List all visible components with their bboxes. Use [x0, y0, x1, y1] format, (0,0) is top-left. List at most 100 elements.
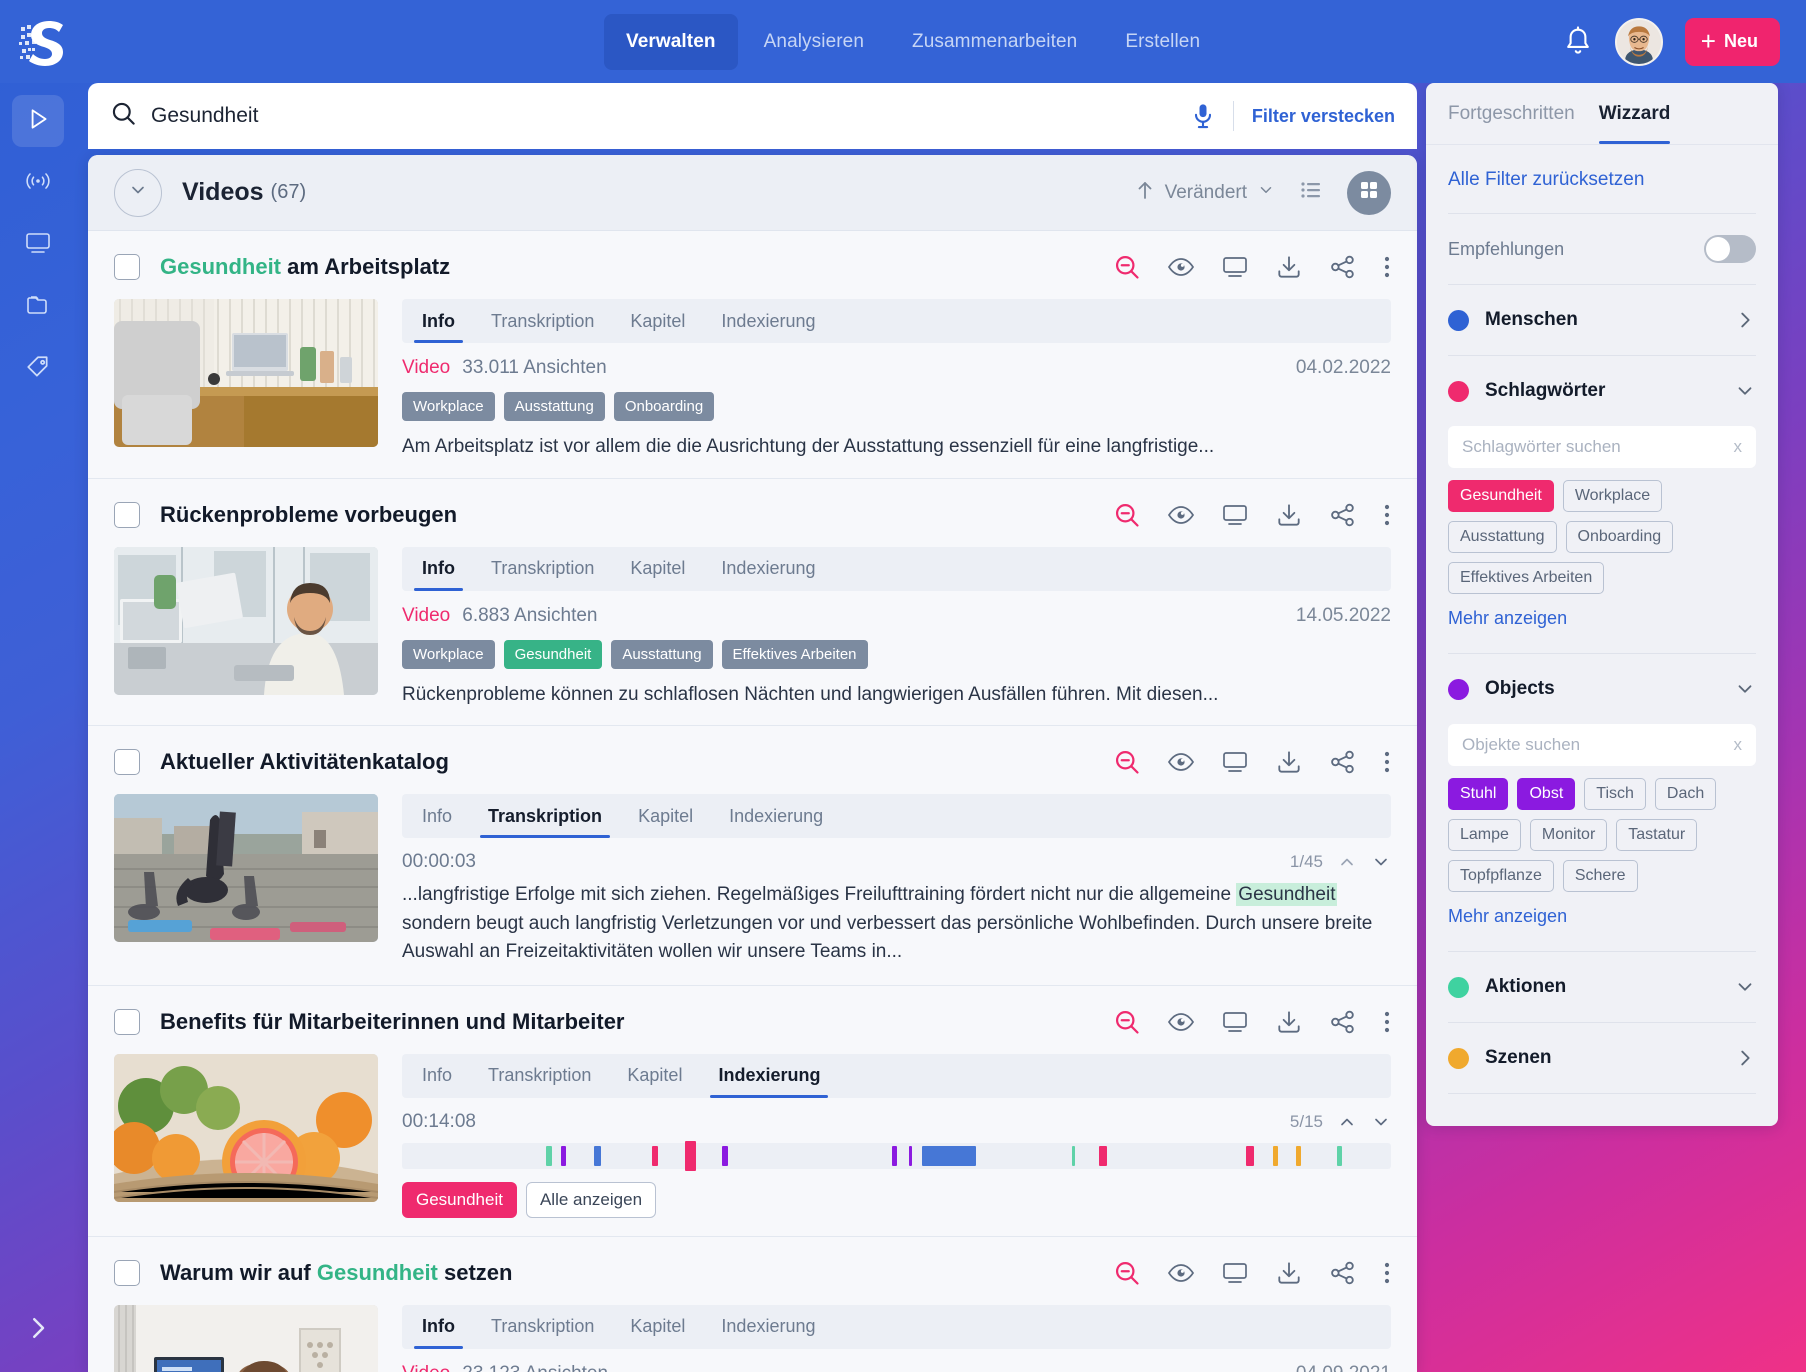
- more-options-icon[interactable]: [1383, 749, 1391, 775]
- object-chip[interactable]: Dach: [1654, 778, 1717, 810]
- timeline-marker[interactable]: [546, 1145, 552, 1166]
- grid-view-button[interactable]: [1347, 170, 1391, 215]
- zoom-out-icon[interactable]: [1113, 1008, 1141, 1036]
- tab-transkription[interactable]: Transkription: [477, 299, 608, 343]
- group-header-objects[interactable]: Objects: [1448, 654, 1756, 724]
- clear-icon[interactable]: x: [1734, 735, 1743, 755]
- video-tag[interactable]: Gesundheit: [503, 639, 603, 669]
- share-icon[interactable]: [1329, 750, 1357, 774]
- timeline-marker[interactable]: [1099, 1145, 1108, 1166]
- keyword-chip[interactable]: Ausstattung: [1448, 521, 1557, 553]
- tab-indexierung[interactable]: Indexierung: [715, 794, 837, 838]
- object-chip[interactable]: Lampe: [1448, 819, 1521, 851]
- timeline-marker[interactable]: [652, 1145, 659, 1166]
- tab-indexierung[interactable]: Indexierung: [704, 1054, 834, 1098]
- screen-icon[interactable]: [1221, 1009, 1249, 1035]
- index-timeline[interactable]: [402, 1140, 1391, 1171]
- video-title[interactable]: Gesundheit am Arbeitsplatz: [160, 254, 450, 280]
- object-chip[interactable]: Monitor: [1529, 819, 1608, 851]
- rail-item-videos[interactable]: [12, 95, 64, 147]
- select-checkbox[interactable]: [114, 254, 140, 280]
- tab-info[interactable]: Info: [408, 1305, 469, 1349]
- timeline-marker[interactable]: [922, 1145, 976, 1166]
- results-list[interactable]: Gesundheit am Arbeitsplatz Info Transkri…: [88, 231, 1417, 1372]
- download-icon[interactable]: [1275, 502, 1303, 528]
- reset-filters-button[interactable]: Alle Filter zurücksetzen: [1448, 145, 1756, 213]
- video-thumbnail[interactable]: [114, 1304, 378, 1372]
- timeline-marker[interactable]: [684, 1140, 696, 1171]
- chevron-up-icon[interactable]: [1337, 1112, 1357, 1132]
- timeline-marker[interactable]: [1245, 1145, 1254, 1166]
- tab-info[interactable]: Info: [408, 299, 469, 343]
- video-thumbnail[interactable]: [114, 299, 378, 447]
- tab-kapitel[interactable]: Kapitel: [613, 1054, 696, 1098]
- timeline-marker[interactable]: [1336, 1145, 1342, 1166]
- video-tag[interactable]: Ausstattung: [503, 392, 605, 421]
- share-icon[interactable]: [1329, 503, 1357, 527]
- download-icon[interactable]: [1275, 254, 1303, 280]
- tab-transkription[interactable]: Transkription: [474, 794, 616, 839]
- keyword-chip[interactable]: Effektives Arbeiten: [1448, 562, 1605, 594]
- nav-item-verwalten[interactable]: Verwalten: [604, 13, 738, 70]
- timeline-marker[interactable]: [1071, 1145, 1075, 1166]
- select-checkbox[interactable]: [114, 501, 140, 528]
- tab-kapitel[interactable]: Kapitel: [624, 794, 707, 838]
- timeline-marker[interactable]: [593, 1145, 601, 1166]
- more-options-icon[interactable]: [1383, 502, 1391, 528]
- nav-item-zusammenarbeiten[interactable]: Zusammenarbeiten: [890, 14, 1099, 70]
- select-checkbox[interactable]: [114, 1008, 140, 1035]
- preview-eye-icon[interactable]: [1167, 503, 1195, 527]
- rail-item-screens[interactable]: [12, 219, 64, 271]
- index-tag-selected[interactable]: Gesundheit: [402, 1181, 517, 1218]
- share-icon[interactable]: [1329, 1010, 1357, 1034]
- keyword-chip[interactable]: Workplace: [1562, 480, 1663, 512]
- filter-group-szenen[interactable]: Szenen: [1448, 1023, 1756, 1093]
- tab-info[interactable]: Info: [408, 547, 469, 591]
- filter-group-aktionen[interactable]: Aktionen: [1448, 952, 1756, 1022]
- download-icon[interactable]: [1275, 749, 1303, 775]
- keyword-chip[interactable]: Gesundheit: [1448, 480, 1554, 512]
- nav-item-erstellen[interactable]: Erstellen: [1103, 14, 1222, 70]
- new-button[interactable]: + Neu: [1684, 17, 1780, 66]
- video-title[interactable]: Rückenprobleme vorbeugen: [160, 502, 457, 528]
- collapse-section-button[interactable]: [114, 168, 162, 217]
- timeline-marker[interactable]: [1296, 1145, 1301, 1166]
- video-title[interactable]: Benefits für Mitarbeiterinnen und Mitarb…: [160, 1009, 625, 1035]
- screen-icon[interactable]: [1221, 254, 1249, 280]
- video-thumbnail[interactable]: [114, 546, 378, 695]
- tab-kapitel[interactable]: Kapitel: [616, 1305, 699, 1349]
- video-tag[interactable]: Onboarding: [613, 392, 715, 421]
- search-input[interactable]: [151, 104, 1185, 128]
- video-thumbnail[interactable]: [114, 1053, 378, 1202]
- video-title[interactable]: Warum wir auf Gesundheit setzen: [160, 1260, 512, 1286]
- screen-icon[interactable]: [1221, 502, 1249, 528]
- tab-transkription[interactable]: Transkription: [474, 1054, 605, 1098]
- tab-transkription[interactable]: Transkription: [477, 1305, 608, 1349]
- nav-item-analysieren[interactable]: Analysieren: [742, 14, 886, 70]
- expand-rail-button[interactable]: [23, 1313, 53, 1348]
- preview-eye-icon[interactable]: [1167, 1261, 1195, 1285]
- preview-eye-icon[interactable]: [1167, 255, 1195, 279]
- tab-transkription[interactable]: Transkription: [477, 547, 608, 591]
- object-chip[interactable]: Schere: [1562, 860, 1638, 892]
- video-tag[interactable]: Ausstattung: [611, 639, 713, 669]
- object-chip[interactable]: Tastatur: [1616, 819, 1698, 851]
- tab-wizzard[interactable]: Wizzard: [1598, 83, 1670, 144]
- user-avatar[interactable]: [1614, 17, 1663, 66]
- timeline-marker[interactable]: [722, 1145, 729, 1166]
- preview-eye-icon[interactable]: [1167, 1010, 1195, 1034]
- share-icon[interactable]: [1329, 255, 1357, 279]
- filter-toggle-button[interactable]: Filter verstecken: [1234, 106, 1395, 127]
- keyword-chip[interactable]: Onboarding: [1565, 521, 1674, 553]
- recommendations-toggle[interactable]: [1704, 235, 1756, 263]
- show-more-keywords[interactable]: Mehr anzeigen: [1448, 608, 1756, 629]
- tab-info[interactable]: Info: [408, 1054, 466, 1098]
- zoom-out-icon[interactable]: [1113, 501, 1141, 529]
- tab-indexierung[interactable]: Indexierung: [707, 1305, 829, 1349]
- zoom-out-icon[interactable]: [1113, 748, 1141, 776]
- select-checkbox[interactable]: [114, 749, 140, 776]
- more-options-icon[interactable]: [1383, 1009, 1391, 1035]
- rail-item-live[interactable]: [12, 157, 64, 209]
- tab-info[interactable]: Info: [408, 794, 466, 838]
- list-view-button[interactable]: [1289, 171, 1333, 215]
